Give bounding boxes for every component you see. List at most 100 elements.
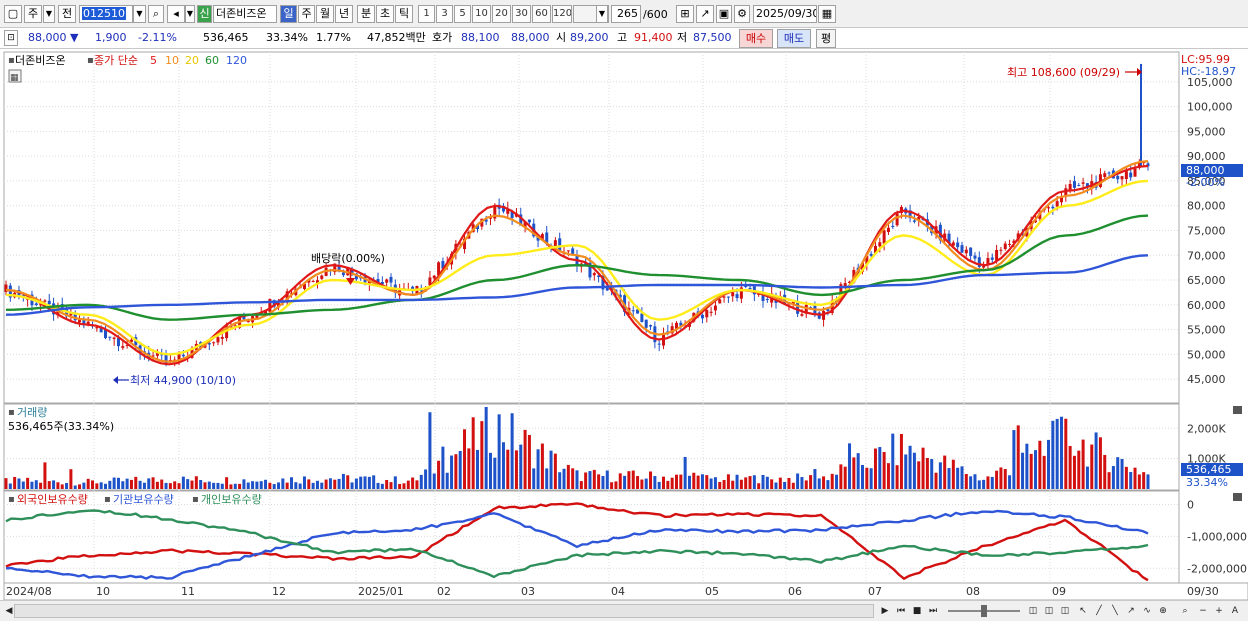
- quote-turnover-pct: 1.77%: [316, 31, 351, 44]
- interval-30[interactable]: 30: [512, 5, 531, 23]
- chevron-down-icon[interactable]: ▼: [133, 5, 146, 23]
- sell-button[interactable]: 매도: [777, 29, 811, 48]
- interval-5[interactable]: 5: [454, 5, 471, 23]
- zoom-in-icon[interactable]: +: [1212, 604, 1226, 618]
- interval-1[interactable]: 1: [418, 5, 435, 23]
- interval-10[interactable]: 10: [472, 5, 491, 23]
- buy-button[interactable]: 매수: [739, 29, 773, 48]
- volume-bar: [640, 479, 644, 489]
- volume-bar: [912, 452, 916, 489]
- chevron-down-icon[interactable]: ▼: [596, 5, 608, 23]
- candle-body: [566, 250, 570, 252]
- volume-bar: [359, 476, 363, 489]
- period-tab-tick[interactable]: 틱: [395, 5, 413, 23]
- line-tool-icon[interactable]: ↖: [1076, 604, 1090, 618]
- zoom-slider-handle[interactable]: [981, 605, 987, 617]
- rewind-icon[interactable]: ⏮: [894, 604, 908, 618]
- period-tab-month[interactable]: 월: [316, 5, 334, 23]
- prev-button[interactable]: 전: [58, 5, 76, 23]
- interval-3[interactable]: 3: [436, 5, 453, 23]
- price-tick-label: 50,000: [1187, 348, 1226, 361]
- volume-bar: [757, 483, 761, 489]
- stock-code-input[interactable]: 012510: [79, 5, 133, 23]
- candle-type-icon[interactable]: ⊞: [676, 5, 694, 23]
- flat-button[interactable]: 평: [816, 29, 836, 48]
- scroll-track[interactable]: [14, 604, 874, 618]
- tool-icon[interactable]: ⊕: [1156, 604, 1170, 618]
- candle-body: [1003, 243, 1007, 250]
- line-tool-icon[interactable]: ╱: [1092, 604, 1106, 618]
- volume-bar: [869, 468, 873, 489]
- candle-body: [990, 257, 994, 260]
- scroll-right-icon[interactable]: ▶: [878, 604, 892, 618]
- font-size-icon[interactable]: A: [1228, 604, 1242, 618]
- line-tool-icon[interactable]: ∿: [1140, 604, 1154, 618]
- interval-60[interactable]: 60: [532, 5, 551, 23]
- toggle-icon[interactable]: ⊡: [4, 30, 18, 46]
- volume-bar: [886, 463, 890, 489]
- gear-icon[interactable]: ⚙: [734, 5, 750, 23]
- holding-panel-close-icon[interactable]: [1233, 493, 1242, 501]
- volume-bar: [350, 482, 354, 489]
- volume-panel-close-icon[interactable]: [1233, 406, 1242, 414]
- tool-icon[interactable]: ◫: [1058, 604, 1072, 618]
- volume-bar: [186, 479, 190, 489]
- volume-bar: [687, 475, 691, 489]
- volume-bar: [891, 433, 895, 489]
- period-tab-week[interactable]: 주: [298, 5, 315, 23]
- zoom-search-icon[interactable]: ⌕: [1178, 604, 1192, 618]
- volume-bar: [527, 434, 531, 489]
- chevron-down-icon[interactable]: ▼: [185, 5, 195, 23]
- volume-bar: [592, 469, 596, 489]
- date-input[interactable]: 2025/09/30: [753, 5, 817, 23]
- period-select[interactable]: 주: [24, 5, 42, 23]
- volume-bar: [376, 482, 380, 489]
- volume-bar: [532, 468, 536, 489]
- volume-bar: [86, 478, 90, 489]
- period-tab-day[interactable]: 일: [280, 5, 297, 23]
- quote-low: 87,500: [693, 31, 732, 44]
- volume-bar: [973, 474, 977, 489]
- candle-body: [640, 313, 644, 322]
- volume-bar: [389, 482, 393, 489]
- chart-menu-icon[interactable]: ▢: [4, 5, 22, 23]
- volume-bar: [614, 481, 618, 489]
- candle-body: [47, 300, 51, 305]
- save-icon[interactable]: ▣: [716, 5, 732, 23]
- volume-bar: [1016, 425, 1020, 489]
- candle-body: [1055, 201, 1059, 207]
- line-tool-icon[interactable]: ↗: [1124, 604, 1138, 618]
- period-tab-year[interactable]: 년: [335, 5, 353, 23]
- count-input[interactable]: 265: [611, 5, 641, 23]
- zoom-out-icon[interactable]: −: [1196, 604, 1210, 618]
- chevron-down-icon[interactable]: ▼: [43, 5, 55, 23]
- volume-bar: [644, 478, 648, 489]
- stock-chart[interactable]: 45,000 50,000 55,000 60,000 65,000 70,000 75,0…: [0, 49, 1248, 600]
- new-badge[interactable]: 신: [197, 5, 212, 23]
- search-icon[interactable]: ⌕: [148, 5, 164, 23]
- stock-name-field[interactable]: 더존비즈온: [213, 5, 277, 23]
- period-tab-minute[interactable]: 분: [357, 5, 375, 23]
- line-tool-icon[interactable]: ╲: [1108, 604, 1122, 618]
- volume-bar: [1116, 457, 1120, 489]
- speaker-icon[interactable]: ◂: [167, 5, 185, 23]
- volume-bar: [164, 482, 168, 489]
- volume-bar: [307, 479, 311, 489]
- volume-bar: [787, 477, 791, 489]
- interval-20[interactable]: 20: [492, 5, 511, 23]
- interval-120[interactable]: 120: [552, 5, 572, 23]
- stop-icon[interactable]: ■: [910, 604, 924, 618]
- tool-icon[interactable]: ◫: [1026, 604, 1040, 618]
- period-tab-second[interactable]: 초: [376, 5, 394, 23]
- tool-icon[interactable]: ◫: [1042, 604, 1056, 618]
- calendar-icon[interactable]: ▦: [818, 5, 836, 23]
- indicator-icon[interactable]: ↗: [696, 5, 714, 23]
- chart-scrollbar[interactable]: ◀ ▶ ⏮ ■ ⏭ ◫ ◫ ◫ ↖ ╱ ╲ ↗ ∿ ⊕ ⌕ − + A: [0, 600, 1248, 621]
- forward-icon[interactable]: ⏭: [926, 604, 940, 618]
- volume-bar: [99, 482, 103, 489]
- volume-bar: [1003, 469, 1007, 489]
- panel-marker-icon: ▪: [104, 494, 111, 505]
- volume-bar: [1055, 418, 1059, 489]
- volume-bar: [990, 476, 994, 489]
- volume-bar: [999, 467, 1003, 489]
